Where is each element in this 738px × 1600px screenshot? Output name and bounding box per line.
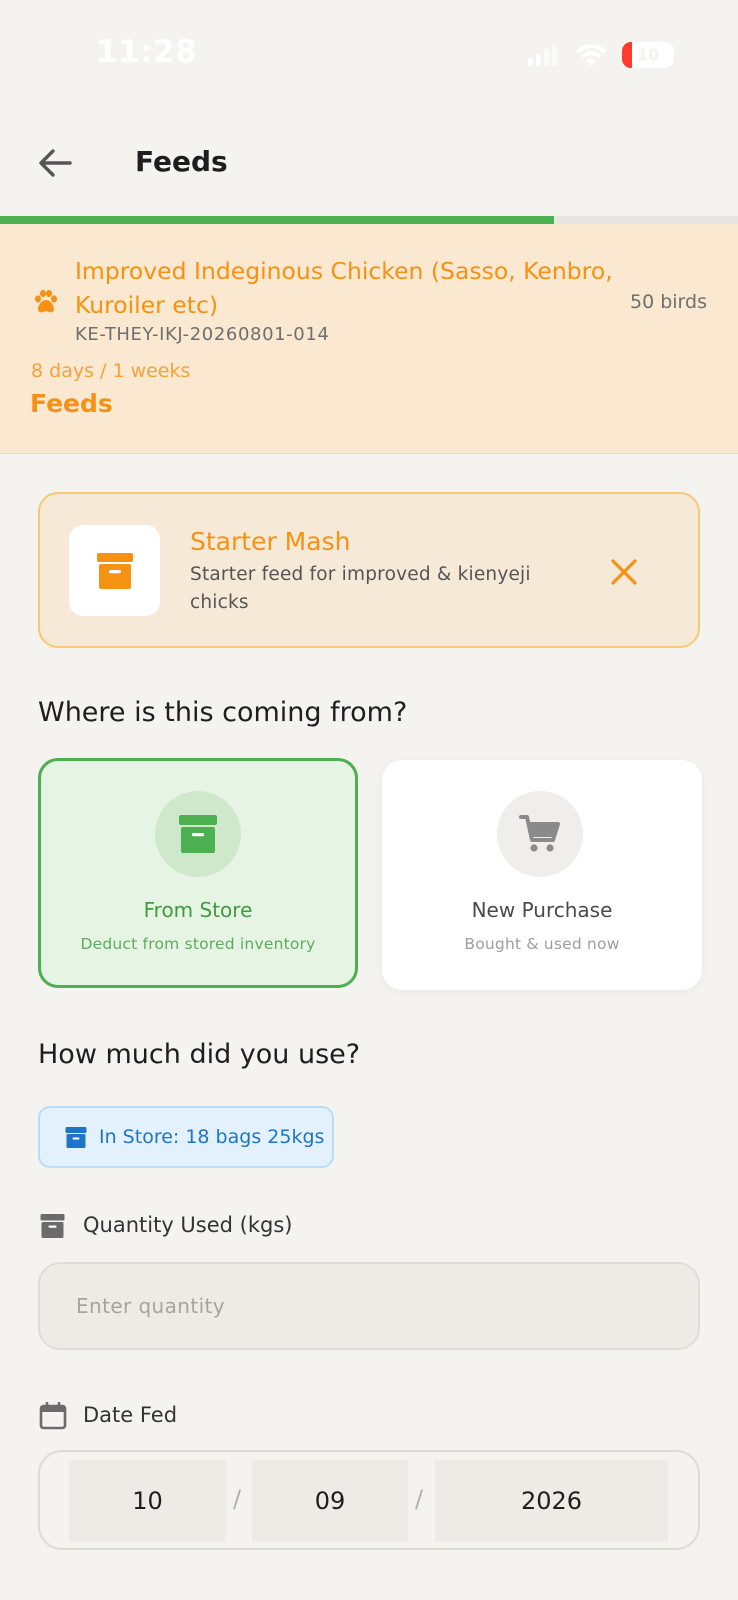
- progress-fill: [0, 216, 554, 224]
- in-store-badge: In Store: 18 bags 25kgs: [38, 1106, 334, 1168]
- calendar-icon: [39, 1402, 67, 1430]
- battery-level: 10: [636, 45, 660, 64]
- in-store-text: In Store: 18 bags 25kgs: [99, 1126, 325, 1148]
- batch-name: Improved Indeginous Chicken (Sasso, Kenb…: [75, 257, 613, 319]
- date-separator: /: [233, 1485, 242, 1513]
- date-day-input[interactable]: 10: [69, 1460, 226, 1542]
- option-subtitle-from-store: Deduct from stored inventory: [80, 935, 316, 953]
- remove-feed-button[interactable]: [600, 548, 648, 596]
- arrow-left-icon: [39, 149, 72, 177]
- date-separator: /: [415, 1485, 424, 1513]
- batch-age: 8 days / 1 weeks: [31, 360, 191, 382]
- archive-box-icon: [40, 1214, 65, 1238]
- batch-bird-count: 50 birds: [630, 291, 707, 313]
- feed-icon-box: [69, 525, 160, 616]
- status-icons: 10: [528, 40, 674, 70]
- date-year-input[interactable]: 2026: [435, 1460, 668, 1542]
- wifi-icon: [576, 44, 606, 66]
- battery-icon: 10: [622, 42, 674, 68]
- signal-icon: [528, 44, 557, 66]
- date-label: Date Fed: [83, 1403, 178, 1427]
- status-time: 11:28: [96, 34, 198, 70]
- source-question: Where is this coming from?: [38, 697, 408, 728]
- batch-code: KE-THEY-IKJ-20260801-014: [75, 324, 330, 345]
- page-title: Feeds: [135, 145, 228, 178]
- feed-name: Starter Mash: [190, 527, 351, 556]
- shopping-cart-icon: [519, 815, 560, 852]
- usage-question: How much did you use?: [38, 1039, 361, 1070]
- date-month-input[interactable]: 09: [252, 1460, 408, 1542]
- batch-section-label: Feeds: [30, 389, 113, 418]
- close-icon: [611, 559, 637, 585]
- archive-box-icon: [65, 1126, 87, 1148]
- cart-icon-circle: [497, 791, 583, 877]
- option-title-new-purchase: New Purchase: [471, 898, 613, 922]
- archive-box-icon: [96, 552, 133, 589]
- store-icon-circle: [155, 791, 241, 877]
- archive-box-icon: [179, 815, 217, 853]
- paw-icon: [35, 289, 57, 313]
- back-button[interactable]: [30, 138, 80, 188]
- quantity-label: Quantity Used (kgs): [83, 1213, 293, 1237]
- option-subtitle-new-purchase: Bought & used now: [464, 935, 620, 953]
- quantity-input[interactable]: [38, 1262, 700, 1350]
- option-title-from-store: From Store: [143, 898, 253, 922]
- feed-description: Starter feed for improved & kienyeji chi…: [190, 564, 531, 613]
